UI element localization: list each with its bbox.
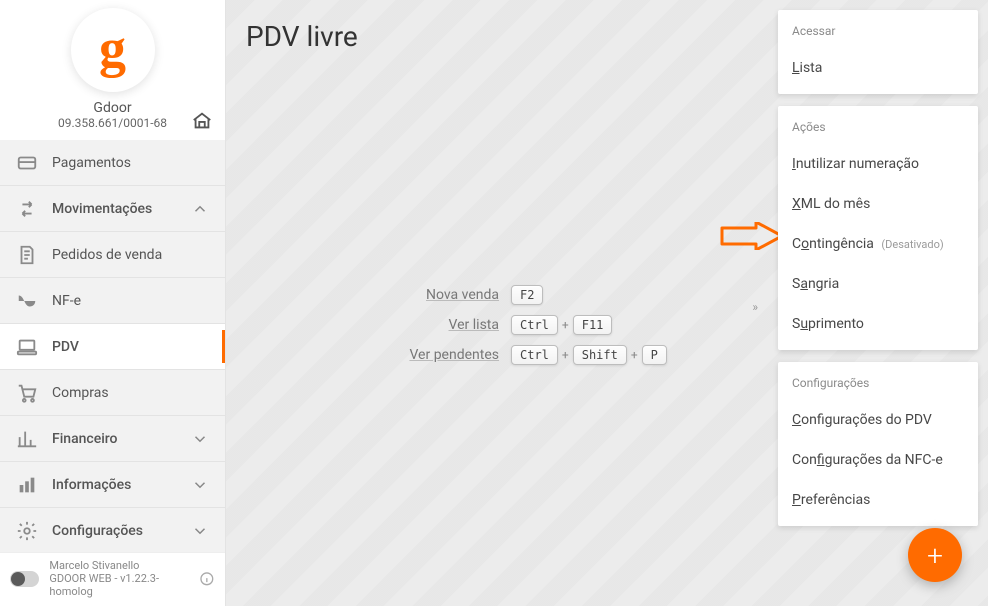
info-icon[interactable] [199,571,215,587]
panel-item-label: referências [801,492,871,508]
panel-item-suprimento[interactable]: Suprimento [778,304,978,344]
sidebar-item-nfe[interactable]: NF-e [0,278,225,324]
transfer-icon [16,198,38,220]
company-id: 09.358.661/0001-68 [10,116,215,130]
panel-header: Acessar [778,20,978,48]
footer-version: GDOOR WEB - v1.22.3-homolog [49,572,199,598]
sidebar-item-label: Financeiro [52,431,191,447]
shortcut-nova-venda-keys: F2 [511,285,786,305]
keycap: F11 [573,315,613,335]
shortcut-ver-lista-keys: Ctrl + F11 [511,315,786,335]
shortcuts: Nova venda F2 Ver lista Ctrl + F11 Ver p… [226,285,786,365]
panel-acessar: Acessar Lista [778,10,978,94]
panel-item-inutilizar[interactable]: Inutilizar numeração [778,144,978,184]
key-plus: + [631,348,638,362]
theme-toggle[interactable] [10,571,39,587]
document-icon [16,244,38,266]
panel-item-status: (Desativado) [881,238,943,251]
keycap: Ctrl [511,315,558,335]
footer-user: Marcelo Stivanello [49,559,199,572]
sidebar-footer: Marcelo Stivanello GDOOR WEB - v1.22.3-h… [0,552,225,606]
tag-icon [16,290,38,312]
drawer-collapse-hint[interactable]: » [752,300,758,314]
sidebar-list: Pagamentos Movimentações Pedidos de vend… [0,140,225,552]
footer-text: Marcelo Stivanello GDOOR WEB - v1.22.3-h… [49,559,199,598]
home-icon[interactable] [191,110,213,132]
sidebar-item-informacoes[interactable]: Informações [0,462,225,508]
shortcut-ver-pendentes-keys: Ctrl + Shift + P [511,345,786,365]
sidebar-item-pedidos[interactable]: Pedidos de venda [0,232,225,278]
panel-config: Configurações Configurações do PDV Confi… [778,362,978,526]
fab-add-button[interactable]: + [908,528,962,582]
shortcut-ver-pendentes[interactable]: Ver pendentes [226,347,501,363]
panel-item-xml-mes[interactable]: XML do mês [778,184,978,224]
card-icon [16,152,38,174]
sidebar-item-label: Compras [52,385,209,401]
panel-item-config-nfce[interactable]: Configurações da NFC-e [778,440,978,480]
key-plus: + [562,318,569,332]
company-name: Gdoor [10,100,215,116]
keycap: Shift [573,345,627,365]
chevron-down-icon [191,522,209,540]
chevron-up-icon [191,200,209,218]
logo: g [71,8,155,92]
shortcut-nova-venda[interactable]: Nova venda [226,287,501,303]
panel-item-sangria[interactable]: Sangria [778,264,978,304]
keycap: Ctrl [511,345,558,365]
keycap: P [642,345,667,365]
panel-item-preferencias[interactable]: Preferências [778,480,978,520]
sidebar-item-pagamentos[interactable]: Pagamentos [0,140,225,186]
sidebar-item-configuracoes[interactable]: Configurações [0,508,225,552]
sidebar-item-label: Configurações [52,523,191,539]
panel-item-label: ML do mês [801,196,871,212]
sidebar-item-label: Pedidos de venda [52,247,209,263]
panel-item-config-pdv[interactable]: Configurações do PDV [778,400,978,440]
sidebar-item-label: Pagamentos [52,155,209,171]
key-plus: + [562,348,569,362]
annotation-arrow-icon [720,222,784,250]
panel-item-lista[interactable]: Lista [778,48,978,88]
panel-acoes: Ações Inutilizar numeração XML do mês Co… [778,106,978,350]
pos-icon [16,336,38,358]
stats-icon [16,474,38,496]
keycap: F2 [511,285,543,305]
panel-item-contingencia[interactable]: Contingência (Desativado) [778,224,978,264]
main: PDV livre Nova venda F2 Ver lista Ctrl +… [226,0,988,606]
right-drawer: Acessar Lista Ações Inutilizar numeração… [778,10,978,596]
sidebar-item-pdv[interactable]: PDV [0,324,225,370]
panel-item-label: ista [800,60,823,76]
shortcut-ver-lista[interactable]: Ver lista [226,317,501,333]
gear-icon [16,520,38,542]
logo-glyph: g [99,21,126,75]
sidebar-header: g Gdoor 09.358.661/0001-68 [0,0,225,140]
sidebar-item-compras[interactable]: Compras [0,370,225,416]
panel-item-label: onfigurações do PDV [801,412,932,428]
panel-header: Ações [778,116,978,144]
sidebar-item-label: PDV [52,339,209,355]
sidebar-item-label: NF-e [52,293,209,309]
sidebar-item-movimentacoes[interactable]: Movimentações [0,186,225,232]
chevron-down-icon [191,430,209,448]
cart-icon [16,382,38,404]
chevron-down-icon [191,476,209,494]
sidebar-item-label: Informações [52,477,191,493]
sidebar-item-label: Movimentações [52,201,191,217]
sidebar-item-financeiro[interactable]: Financeiro [0,416,225,462]
panel-item-label: nutilizar numeração [796,156,919,172]
panel-header: Configurações [778,372,978,400]
sidebar: g Gdoor 09.358.661/0001-68 Pagamentos Mo… [0,0,226,606]
chart-icon [16,428,38,450]
